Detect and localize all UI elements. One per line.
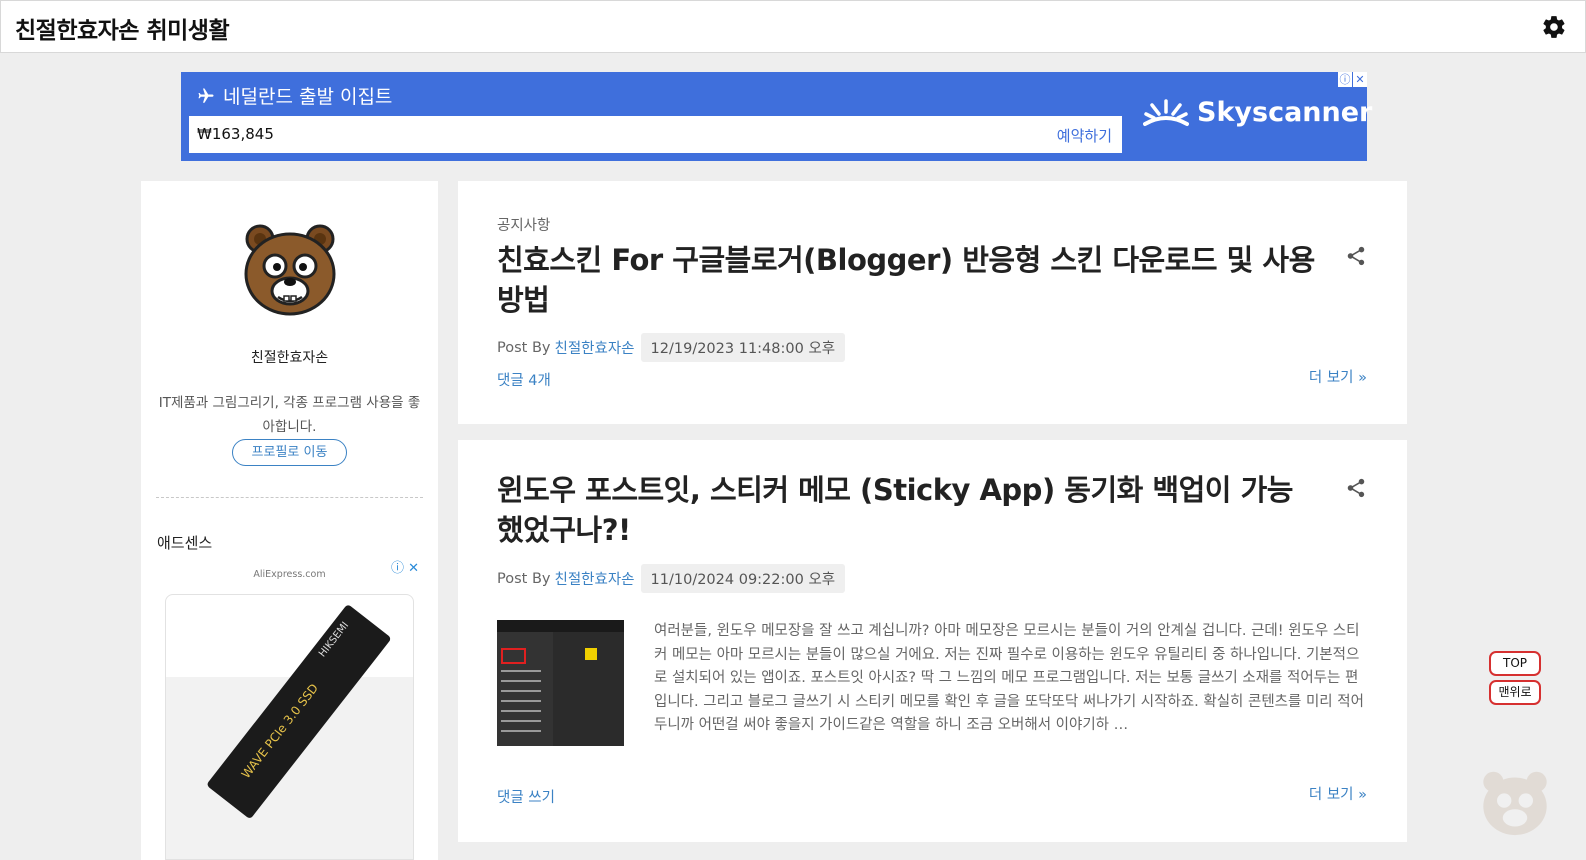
adchoices-icon[interactable]: ⓘ [1337,72,1352,87]
skyscanner-sun-icon [1143,98,1189,126]
author-description: IT제품과 그림그리기, 각종 프로그램 사용을 좋아합니다. [158,395,421,435]
scroll-top-button[interactable]: 맨위로 [1489,680,1541,705]
post-meta: Post By 친절한효자손 11/10/2024 09:22:00 오후 [497,564,846,593]
post-thumbnail[interactable] [497,620,624,746]
ad-price: ₩163,845 [197,125,274,143]
ad-price-box[interactable]: ₩163,845 예약하기 [189,116,1122,153]
airplane-icon [198,88,214,103]
thumb-toolbar [497,620,624,632]
ad-brand-text: Skyscanner [1197,97,1373,128]
bear-watermark-icon [1483,771,1547,836]
thumb-line [501,720,541,722]
post-excerpt: 여러분들, 윈도우 메모장을 잘 쓰고 계십니까? 아마 메모장은 모르시는 분… [654,623,1364,733]
author-name: 친절한효자손 [250,350,329,366]
avatar[interactable] [240,219,340,319]
thumb-line [501,710,541,712]
thumb-highlight [501,648,526,664]
top-button[interactable]: TOP [1489,651,1541,676]
post-by-label: Post By [497,339,551,356]
top-bar: 친절한효자손 취미생활 [0,0,1586,53]
post-author-link[interactable]: 친절한효자손 [554,337,634,358]
close-icon[interactable]: ✕ [1352,72,1367,87]
read-more-link[interactable]: 더 보기 » [1309,783,1367,804]
post-date: 12/19/2023 11:48:00 오후 [640,333,846,362]
divider [156,497,423,498]
post-card: 윈도우 포스트잇, 스티커 메모 (Sticky App) 동기화 백업이 가능… [458,440,1407,842]
post-author-link[interactable]: 친절한효자손 [554,568,634,589]
comments-link[interactable]: 댓글 4개 [497,369,551,390]
post-label[interactable]: 공지사항 [497,214,550,235]
post-by-label: Post By [497,570,551,587]
thumb-line [501,700,541,702]
ad2-source[interactable]: AliExpress.com [141,569,438,580]
post-date: 11/10/2024 09:22:00 오후 [640,564,846,593]
thumb-sticky-note [585,648,597,660]
widget-title: 애드센스 [157,534,213,552]
comments-link[interactable]: 댓글 쓰기 [497,786,555,807]
gear-icon[interactable] [1541,14,1567,40]
read-more-link[interactable]: 더 보기 » [1309,366,1367,387]
ad-title-text: 네덜란드 출발 이집트 [223,86,393,108]
sidebar: 친절한효자손 IT제품과 그림그리기, 각종 프로그램 사용을 좋아합니다. 프… [141,181,438,860]
ssd-brand-text: HIKSEMI [317,620,352,660]
post-meta: Post By 친절한효자손 12/19/2023 11:48:00 오후 [497,333,846,362]
post-title[interactable]: 윈도우 포스트잇, 스티커 메모 (Sticky App) 동기화 백업이 가능… [497,470,1317,550]
share-icon[interactable] [1345,476,1367,500]
profile-button[interactable]: 프로필로 이동 [232,439,347,466]
ad-controls: ⓘ ✕ [1337,72,1367,87]
ad2-card[interactable]: WAVE PCIe 3.0 SSD HIKSEMI [165,594,414,860]
thumb-line [501,690,541,692]
thumb-line [501,680,541,682]
post-card: 공지사항 친효스킨 For 구글블로거(Blogger) 반응형 스킨 다운로드… [458,181,1407,424]
ad-cta-link[interactable]: 예약하기 [1057,125,1112,146]
ad-title: 네덜란드 출발 이집트 [197,82,392,109]
post-title[interactable]: 친효스킨 For 구글블로거(Blogger) 반응형 스킨 다운로드 및 사용… [497,240,1317,320]
thumb-line [501,670,541,672]
ad-brand-logo: Skyscanner [1143,97,1372,128]
thumb-line [501,730,541,732]
site-title[interactable]: 친절한효자손 취미생활 [15,11,230,45]
ad-banner[interactable]: 네덜란드 출발 이집트 ₩163,845 예약하기 Skyscanner ⓘ ✕ [181,72,1372,161]
share-icon[interactable] [1345,244,1367,268]
